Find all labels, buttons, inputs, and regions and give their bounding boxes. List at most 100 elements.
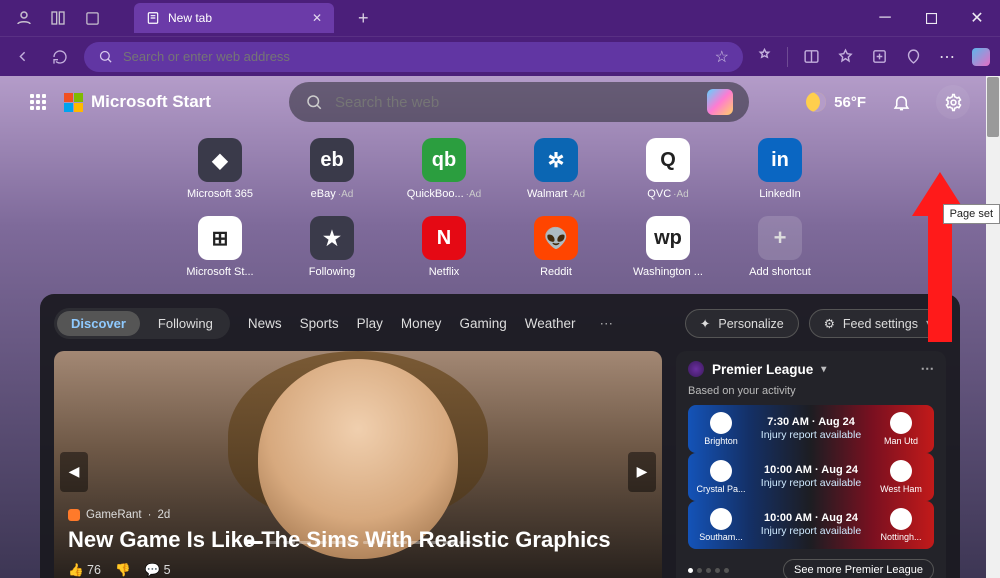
scrollbar-track[interactable] bbox=[986, 76, 1000, 578]
new-tab-button[interactable]: + bbox=[358, 8, 369, 29]
dislike-button[interactable]: 👎 bbox=[115, 563, 131, 578]
favorite-star-icon[interactable]: ☆ bbox=[715, 47, 729, 67]
quick-link-item[interactable]: ⊞ Microsoft St... bbox=[184, 216, 256, 278]
premier-league-icon bbox=[688, 361, 704, 377]
refresh-button[interactable] bbox=[46, 43, 74, 71]
sports-subtitle: Based on your activity bbox=[688, 385, 934, 397]
quick-link-item[interactable]: ✲ Walmart·Ad bbox=[520, 138, 592, 200]
quick-link-label: Reddit bbox=[540, 266, 572, 278]
browser-tab[interactable]: New tab ✕ bbox=[134, 3, 334, 33]
tab-play[interactable]: Play bbox=[357, 316, 383, 331]
hero-prev-button[interactable]: ◀ bbox=[60, 452, 88, 492]
quick-link-item[interactable]: + Add shortcut bbox=[744, 216, 816, 278]
tab-discover[interactable]: Discover bbox=[57, 311, 140, 336]
web-search-box[interactable] bbox=[289, 82, 749, 122]
hero-headline: New Game Is Like The Sims With Realistic… bbox=[68, 527, 648, 553]
page-settings-tooltip: Page set bbox=[943, 204, 1000, 224]
hero-next-button[interactable]: ▶ bbox=[628, 452, 656, 492]
tab-money[interactable]: Money bbox=[401, 316, 442, 331]
more-menu-icon[interactable]: ⋯ bbox=[936, 46, 958, 68]
quick-link-label: Netflix bbox=[429, 266, 460, 278]
window-close-button[interactable]: ✕ bbox=[954, 0, 1000, 36]
team-logo-icon bbox=[710, 460, 732, 482]
like-button[interactable]: 👍 76 bbox=[68, 563, 101, 578]
quick-link-label: Microsoft 365 bbox=[187, 188, 253, 200]
quick-link-item[interactable]: in LinkedIn bbox=[744, 138, 816, 200]
profile-icon[interactable] bbox=[14, 8, 34, 28]
scrollbar-thumb[interactable] bbox=[987, 77, 999, 137]
back-button[interactable] bbox=[8, 43, 36, 71]
address-input[interactable] bbox=[123, 49, 705, 64]
hero-source: GameRant bbox=[86, 509, 142, 521]
quick-link-tile: 👽 bbox=[534, 216, 578, 260]
source-icon bbox=[68, 509, 80, 521]
quick-link-label: Microsoft St... bbox=[186, 266, 253, 278]
sports-more-icon[interactable]: ⋯ bbox=[921, 361, 935, 377]
quick-link-item[interactable]: ★ Following bbox=[296, 216, 368, 278]
quick-link-item[interactable]: ◆ Microsoft 365 bbox=[184, 138, 256, 200]
match-row[interactable]: Crystal Pa... 10:00 AM · Aug 24Injury re… bbox=[688, 453, 934, 501]
sports-pager[interactable] bbox=[688, 568, 729, 573]
sports-title[interactable]: Premier League bbox=[712, 362, 813, 377]
quick-link-label: Add shortcut bbox=[749, 266, 811, 278]
personalize-label: Personalize bbox=[718, 317, 783, 331]
address-bar[interactable]: ☆ bbox=[84, 42, 743, 72]
weather-widget[interactable]: 56°F bbox=[806, 92, 866, 112]
tab-gaming[interactable]: Gaming bbox=[459, 316, 506, 331]
quick-link-item[interactable]: N Netflix bbox=[408, 216, 480, 278]
notifications-button[interactable] bbox=[884, 85, 918, 119]
quick-link-item[interactable]: qb QuickBoo...·Ad bbox=[408, 138, 480, 200]
new-tab-page: Microsoft Start 56°F ◆ Microsoft 365 eb e… bbox=[0, 76, 1000, 578]
quick-link-item[interactable]: wp Washington ... bbox=[632, 216, 704, 278]
away-team: West Ham bbox=[880, 484, 922, 494]
favorites-icon[interactable] bbox=[834, 46, 856, 68]
copilot-sidebar-icon[interactable] bbox=[970, 46, 992, 68]
browser-essentials-icon[interactable] bbox=[902, 46, 924, 68]
tab-weather[interactable]: Weather bbox=[525, 316, 576, 331]
quick-link-tile: in bbox=[758, 138, 802, 182]
tab-following[interactable]: Following bbox=[144, 311, 227, 336]
copilot-icon[interactable] bbox=[707, 89, 733, 115]
window-titlebar: New tab ✕ + ─ ✕ bbox=[0, 0, 1000, 36]
tab-actions-icon[interactable] bbox=[82, 8, 102, 28]
search-icon bbox=[305, 93, 323, 111]
split-screen-icon[interactable] bbox=[800, 46, 822, 68]
match-row[interactable]: Brighton 7:30 AM · Aug 24Injury report a… bbox=[688, 405, 934, 453]
quick-link-label: QVC·Ad bbox=[647, 188, 688, 200]
like-count: 76 bbox=[87, 563, 101, 577]
team-logo-icon bbox=[890, 412, 912, 434]
personalize-button[interactable]: ✦Personalize bbox=[685, 309, 799, 338]
quick-link-label: LinkedIn bbox=[759, 188, 801, 200]
see-more-button[interactable]: See more Premier League bbox=[783, 559, 934, 578]
tab-title: New tab bbox=[168, 11, 212, 25]
app-launcher-icon[interactable] bbox=[30, 94, 46, 110]
temperature: 56°F bbox=[834, 94, 866, 111]
tab-close-button[interactable]: ✕ bbox=[312, 11, 322, 25]
hero-card[interactable]: ◀ ▶ GameRant·2d New Game Is Like The Sim… bbox=[54, 351, 662, 578]
page-settings-button[interactable] bbox=[936, 85, 970, 119]
extensions-icon[interactable] bbox=[753, 46, 775, 68]
match-row[interactable]: Southam... 10:00 AM · Aug 24Injury repor… bbox=[688, 501, 934, 549]
workspaces-icon[interactable] bbox=[48, 8, 68, 28]
window-minimize-button[interactable]: ─ bbox=[862, 0, 908, 36]
tab-sports[interactable]: Sports bbox=[300, 316, 339, 331]
web-search-input[interactable] bbox=[335, 94, 695, 111]
quick-link-label: eBay·Ad bbox=[311, 188, 354, 200]
team-logo-icon bbox=[890, 460, 912, 482]
hero-age: 2d bbox=[157, 509, 170, 521]
quick-link-tile: qb bbox=[422, 138, 466, 182]
brand-logo[interactable]: Microsoft Start bbox=[64, 92, 211, 112]
collections-icon[interactable] bbox=[868, 46, 890, 68]
team-logo-icon bbox=[710, 412, 732, 434]
quick-link-item[interactable]: Q QVC·Ad bbox=[632, 138, 704, 200]
comments-button[interactable]: 💬 5 bbox=[145, 563, 171, 578]
quick-link-item[interactable]: 👽 Reddit bbox=[520, 216, 592, 278]
chevron-down-icon[interactable]: ▾ bbox=[821, 364, 826, 375]
feed-settings-label: Feed settings bbox=[843, 317, 918, 331]
tab-news[interactable]: News bbox=[248, 316, 282, 331]
window-maximize-button[interactable] bbox=[908, 0, 954, 36]
feed-more-tabs[interactable]: ⋯ bbox=[600, 316, 614, 332]
quick-link-item[interactable]: eb eBay·Ad bbox=[296, 138, 368, 200]
away-team: Man Utd bbox=[884, 436, 918, 446]
quick-link-tile: wp bbox=[646, 216, 690, 260]
